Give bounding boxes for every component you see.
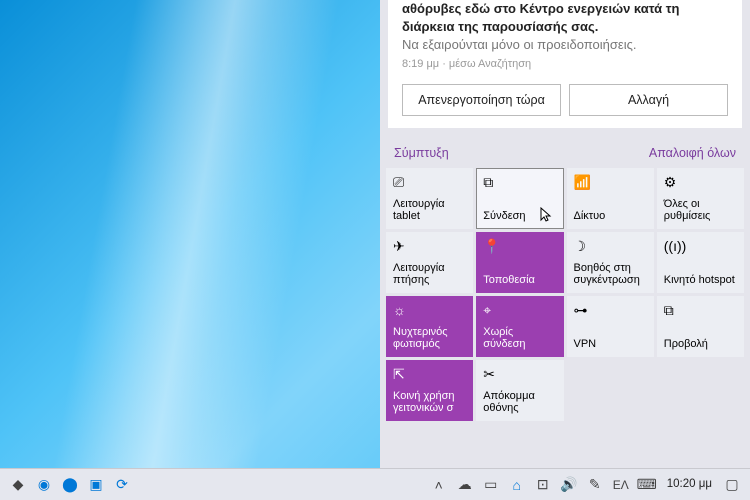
project-icon: ⧉ xyxy=(664,302,737,320)
desktop-wallpaper xyxy=(0,0,370,468)
tray-onedrive-icon[interactable]: ☁ xyxy=(453,473,477,497)
tray-app-icon-4[interactable]: ▣ xyxy=(84,473,108,497)
collapse-link[interactable]: Σύμπτυξη xyxy=(394,146,449,160)
tile-all-settings[interactable]: ⚙ Όλες οι ρυθμίσεις xyxy=(657,168,744,229)
tile-nearby-sharing[interactable]: ⇱ Κοινή χρήση γειτονικών σ xyxy=(386,360,473,421)
tile-network[interactable]: 📶 Δίκτυο xyxy=(567,168,654,229)
tray-action-center-icon[interactable]: ▢ xyxy=(720,473,744,497)
airplane-icon: ✈ xyxy=(393,238,466,256)
tray-security-icon[interactable]: ⌂ xyxy=(505,473,529,497)
notification-meta: 8:19 μμ · μέσω Αναζήτηση xyxy=(402,58,728,70)
night-light-icon: ☼ xyxy=(393,302,466,320)
connect-icon: ⧉ xyxy=(483,174,556,192)
tray-keyboard-icon[interactable]: ⌨ xyxy=(635,473,659,497)
tile-night-light[interactable]: ☼ Νυχτερινός φωτισμός xyxy=(386,296,473,357)
tray-network-icon[interactable]: ⊡ xyxy=(531,473,555,497)
share-icon: ⇱ xyxy=(393,366,466,384)
notification-change-button[interactable]: Αλλαγή xyxy=(569,84,728,116)
tile-connect[interactable]: ⧉ Σύνδεση xyxy=(476,168,563,229)
tray-clock[interactable]: 10:20 μμ xyxy=(661,478,718,491)
bluetooth-icon: ⌖ xyxy=(483,302,556,320)
location-icon: 📍 xyxy=(483,238,556,256)
tile-mobile-hotspot[interactable]: ((ı)) Κινητό hotspot xyxy=(657,232,744,293)
notification-text-sub: Να εξαιρούνται μόνο οι προειδοποιήσεις. xyxy=(402,37,728,52)
moon-icon: ☽ xyxy=(574,238,647,256)
tile-airplane-mode[interactable]: ✈ Λειτουργία πτήσης xyxy=(386,232,473,293)
tray-chevron-icon[interactable]: ˄ xyxy=(427,473,451,497)
tray-volume-icon[interactable]: 🔊 xyxy=(557,473,581,497)
tray-meet-icon[interactable]: ▭ xyxy=(479,473,503,497)
notification-card: αθόρυβες εδώ στο Κέντρο ενεργειών κατά τ… xyxy=(388,0,742,128)
snip-icon: ✂ xyxy=(483,366,556,384)
tray-language[interactable]: ΕΛ xyxy=(609,473,633,497)
tray-app-icon-5[interactable]: ⟳ xyxy=(110,473,134,497)
tile-tablet-mode[interactable]: ⎚ Λειτουργία tablet xyxy=(386,168,473,229)
tray-app-icon-1[interactable]: ◆ xyxy=(6,473,30,497)
action-center-panel: αθόρυβες εδώ στο Κέντρο ενεργειών κατά τ… xyxy=(380,0,750,468)
tile-bluetooth[interactable]: ⌖ Χωρίς σύνδεση xyxy=(476,296,563,357)
tile-screen-snip[interactable]: ✂ Απόκομμα οθόνης xyxy=(476,360,563,421)
notification-disable-button[interactable]: Απενεργοποίηση τώρα xyxy=(402,84,561,116)
tile-focus-assist[interactable]: ☽ Βοηθός στη συγκέντρωση xyxy=(567,232,654,293)
vpn-icon: ⊶ xyxy=(574,302,647,320)
tile-vpn[interactable]: ⊶ VPN xyxy=(567,296,654,357)
quick-actions-grid: ⎚ Λειτουργία tablet ⧉ Σύνδεση 📶 Δίκτυο ⚙… xyxy=(380,168,750,468)
tablet-icon: ⎚ xyxy=(393,174,466,192)
notification-text-bold: αθόρυβες εδώ στο Κέντρο ενεργειών κατά τ… xyxy=(402,0,728,35)
tray-pen-icon[interactable]: ✎ xyxy=(583,473,607,497)
clear-all-link[interactable]: Απαλοιφή όλων xyxy=(649,146,736,160)
network-icon: 📶 xyxy=(574,174,647,192)
tile-location[interactable]: 📍 Τοποθεσία xyxy=(476,232,563,293)
tray-app-icon-3[interactable]: ⬤ xyxy=(58,473,82,497)
tile-project[interactable]: ⧉ Προβολή xyxy=(657,296,744,357)
hotspot-icon: ((ı)) xyxy=(664,238,737,256)
tray-app-icon-2[interactable]: ◉ xyxy=(32,473,56,497)
gear-icon: ⚙ xyxy=(664,174,737,192)
taskbar: ◆ ◉ ⬤ ▣ ⟳ ˄ ☁ ▭ ⌂ ⊡ 🔊 ✎ ΕΛ ⌨ 10:20 μμ ▢ xyxy=(0,468,750,500)
